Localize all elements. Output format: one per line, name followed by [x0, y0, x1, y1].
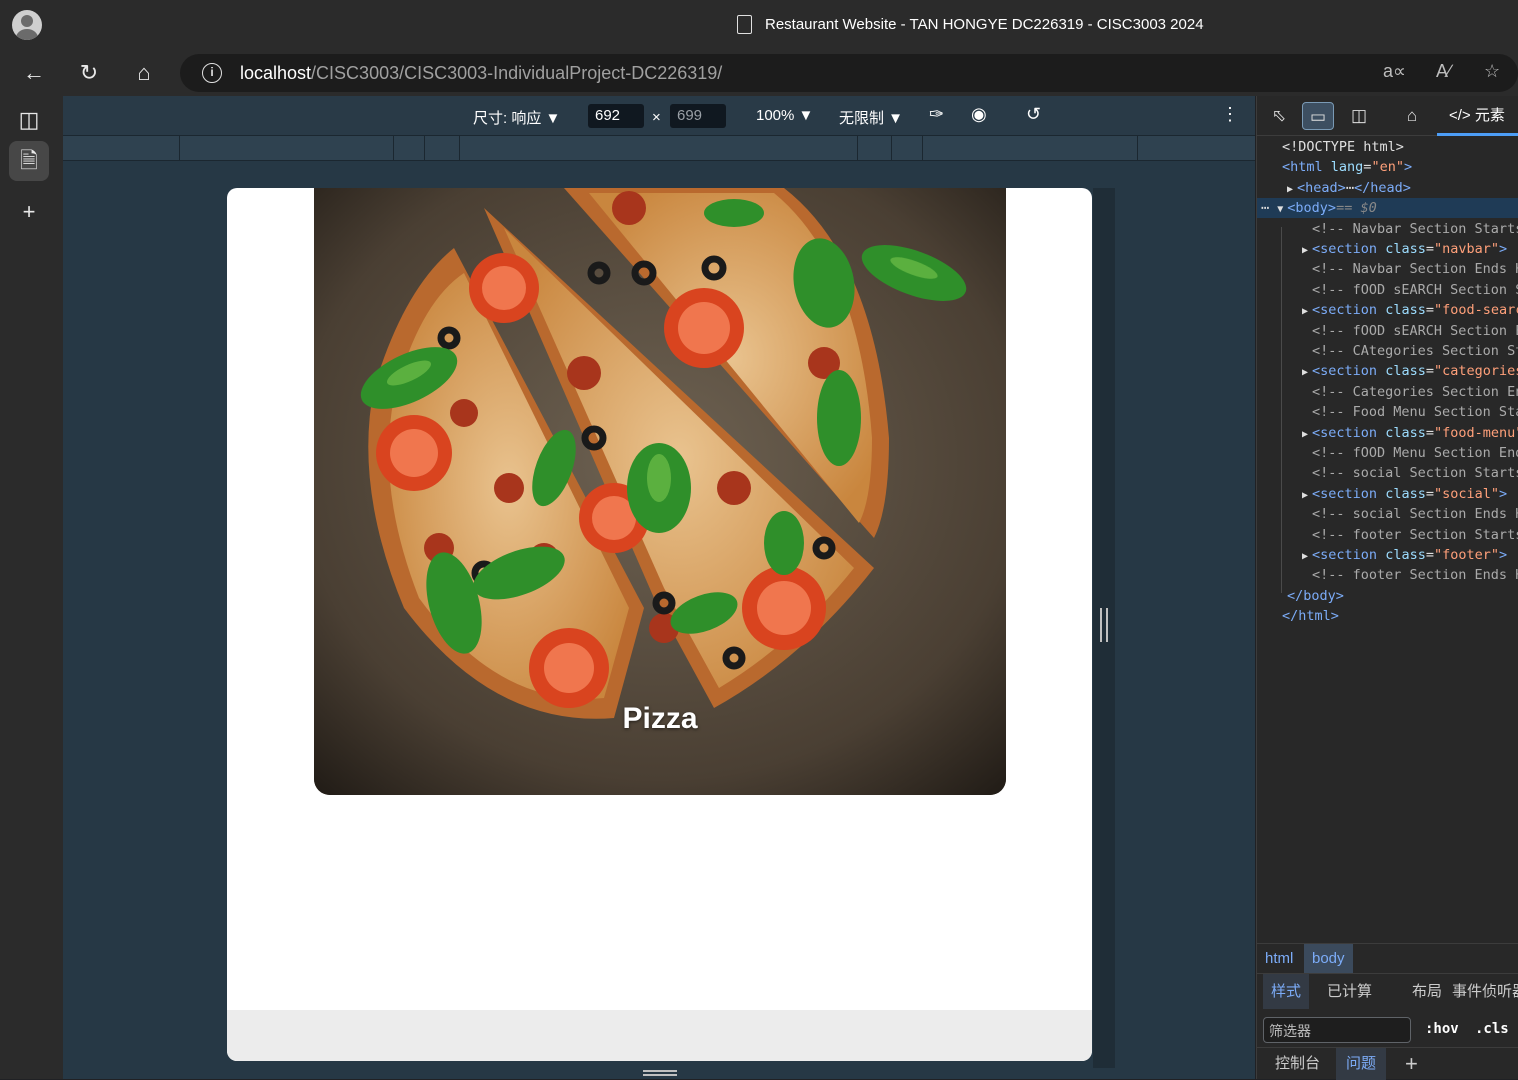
- dom-tree: <!DOCTYPE html> <html lang="en"> ▶ <head>⋯<…: [1257, 137, 1518, 637]
- favorite-star-icon[interactable]: ☆: [1484, 61, 1500, 82]
- devtools-panel: ⬁ ▭ ◫ ⌂ </> 元素 <!DOCTYPE html> <html lang…: [1256, 96, 1518, 1080]
- styles-tabbar: 样式 已计算 布局 事件侦听器: [1257, 973, 1518, 1010]
- zoom-dropdown[interactable]: 100% ▼: [756, 107, 813, 124]
- dom-node-line[interactable]: <!DOCTYPE html>: [1257, 137, 1518, 157]
- tab-actions-icon[interactable]: ◫: [9, 100, 49, 140]
- profile-avatar-icon[interactable]: [12, 10, 42, 40]
- new-tab-plus-icon[interactable]: +: [9, 192, 49, 232]
- dom-node-line[interactable]: ▶<section class="food-menu">: [1257, 423, 1518, 443]
- eyedropper-icon[interactable]: ✑: [929, 104, 944, 125]
- home-icon[interactable]: ⌂: [128, 58, 160, 88]
- styles-filter-input[interactable]: 筛选器: [1263, 1017, 1411, 1043]
- dom-node-line[interactable]: <!-- CAtegories Section Starts Here -->: [1257, 341, 1518, 361]
- browser-navbar: ← ↻ ⌂ i localhost/CISC3003/CISC3003-Indi…: [0, 50, 1518, 96]
- tab-event-listeners[interactable]: 事件侦听器: [1444, 974, 1518, 1010]
- dom-node-line[interactable]: <!-- footer Section Starts Here -->: [1257, 525, 1518, 545]
- card-label[interactable]: Pizza: [314, 702, 1006, 736]
- inspect-element-icon[interactable]: ⬁: [1263, 102, 1295, 130]
- resize-handle-bottom[interactable]: [643, 1070, 677, 1076]
- document-icon: [737, 15, 752, 34]
- dom-node-line[interactable]: ▶ <section class="navbar">: [1257, 239, 1518, 259]
- dom-node-line[interactable]: <!-- fOOD sEARCH Section Starts Here -->: [1257, 280, 1518, 300]
- width-input[interactable]: 692: [588, 104, 644, 128]
- tab-console[interactable]: 控制台: [1265, 1048, 1330, 1080]
- dom-node-line[interactable]: <!-- Categories Section Ends Here -->: [1257, 382, 1518, 402]
- resize-handle-right[interactable]: [1100, 608, 1108, 642]
- dom-node-line[interactable]: <!-- Navbar Section Ends Here -->: [1257, 259, 1518, 279]
- dom-node-line[interactable]: ▶ <section class="social">: [1257, 484, 1518, 504]
- devtools-home-icon[interactable]: ⌂: [1396, 102, 1428, 130]
- page-footer-strip: [227, 1010, 1092, 1061]
- dom-node-line[interactable]: ▶<section class="categories">: [1257, 361, 1518, 381]
- category-card[interactable]: Pizza: [314, 188, 1006, 795]
- dom-node-line[interactable]: ▶ <head>⋯</head>: [1257, 178, 1518, 198]
- current-tab-page-icon[interactable]: 🗎: [9, 141, 49, 181]
- dom-node-line[interactable]: <!-- fOOD Menu Section Ends Here -->: [1257, 443, 1518, 463]
- vertical-tab-rail: ◫ 🗎 +: [0, 96, 63, 1079]
- dom-node-line[interactable]: ▶<section class="food-search text-center…: [1257, 300, 1518, 320]
- dimensions-dropdown[interactable]: 尺寸: 响应 ▼: [473, 107, 560, 128]
- device-toolbar: 尺寸: 响应 ▼ 692 × 699 100% ▼ 无限制 ▼ ✑ ◉ ↺ ⋮: [63, 96, 1255, 136]
- dom-node-line[interactable]: ▶ <section class="footer">: [1257, 545, 1518, 565]
- emulated-page: Pizza: [227, 188, 1092, 1061]
- dom-node-line[interactable]: <!-- social Section Starts Here -->: [1257, 463, 1518, 483]
- styles-filter-row: 筛选器 :hov .cls: [1257, 1009, 1518, 1045]
- tab-issues[interactable]: 问题: [1336, 1048, 1387, 1080]
- breadcrumb: html body: [1257, 943, 1518, 974]
- height-input[interactable]: 699: [670, 104, 726, 128]
- cls-button[interactable]: .cls: [1475, 1021, 1509, 1037]
- dom-node-line[interactable]: <!-- social Section Ends Here -->: [1257, 504, 1518, 524]
- site-info-icon[interactable]: i: [202, 63, 222, 83]
- address-bar[interactable]: i localhost/CISC3003/CISC3003-Individual…: [180, 54, 1518, 92]
- dom-node-line[interactable]: <!-- Navbar Section Starts -->: [1257, 219, 1518, 239]
- dom-node-line[interactable]: </body>: [1257, 586, 1518, 606]
- read-aloud-icon[interactable]: A∕: [1436, 61, 1451, 82]
- reload-icon[interactable]: ↻: [73, 58, 105, 88]
- window-title: Restaurant Website - TAN HONGYE DC226319…: [765, 16, 1204, 33]
- add-tab-plus-icon[interactable]: +: [1395, 1048, 1428, 1080]
- devtools-tabbar: ⬁ ▭ ◫ ⌂ </> 元素: [1257, 96, 1518, 136]
- dom-node-line[interactable]: <!-- Food Menu Section Starts Here -->: [1257, 402, 1518, 422]
- device-emulation-icon[interactable]: ▭: [1302, 102, 1334, 130]
- media-query-ruler[interactable]: [63, 136, 1255, 161]
- times-icon: ×: [652, 109, 661, 126]
- tab-computed[interactable]: 已计算: [1319, 974, 1380, 1010]
- dock-side-icon[interactable]: ◫: [1343, 102, 1375, 130]
- dom-node-line[interactable]: <!-- footer Section Ends Here -->: [1257, 565, 1518, 585]
- vision-eye-icon[interactable]: ◉: [971, 104, 987, 125]
- throttle-dropdown[interactable]: 无限制 ▼: [839, 107, 903, 128]
- translate-icon[interactable]: a∝: [1383, 61, 1406, 82]
- tab-styles[interactable]: 样式: [1263, 974, 1310, 1010]
- dom-node-line[interactable]: <!-- fOOD sEARCH Section Ends Here -->: [1257, 321, 1518, 341]
- crumb-html[interactable]: html: [1257, 944, 1301, 974]
- tab-elements[interactable]: </> 元素: [1437, 96, 1518, 136]
- hov-button[interactable]: :hov: [1425, 1021, 1459, 1037]
- dom-node-line[interactable]: ⋯ ▼ <body>== $0: [1257, 198, 1518, 219]
- dom-node-line[interactable]: <html lang="en">: [1257, 157, 1518, 177]
- url-text[interactable]: localhost/CISC3003/CISC3003-IndividualPr…: [240, 63, 722, 84]
- crumb-body[interactable]: body: [1304, 944, 1353, 974]
- back-arrow-icon[interactable]: ←: [18, 58, 50, 88]
- device-emulation-area: 尺寸: 响应 ▼ 692 × 699 100% ▼ 无限制 ▼ ✑ ◉ ↺ ⋮: [63, 96, 1255, 1079]
- dom-node-line[interactable]: </html>: [1257, 606, 1518, 626]
- more-options-icon[interactable]: ⋮: [1221, 104, 1239, 125]
- browser-titlebar: Restaurant Website - TAN HONGYE DC226319…: [0, 0, 1518, 50]
- rotate-device-icon[interactable]: ↺: [1026, 104, 1041, 125]
- drawer-tabbar: 控制台 问题 +: [1257, 1047, 1518, 1080]
